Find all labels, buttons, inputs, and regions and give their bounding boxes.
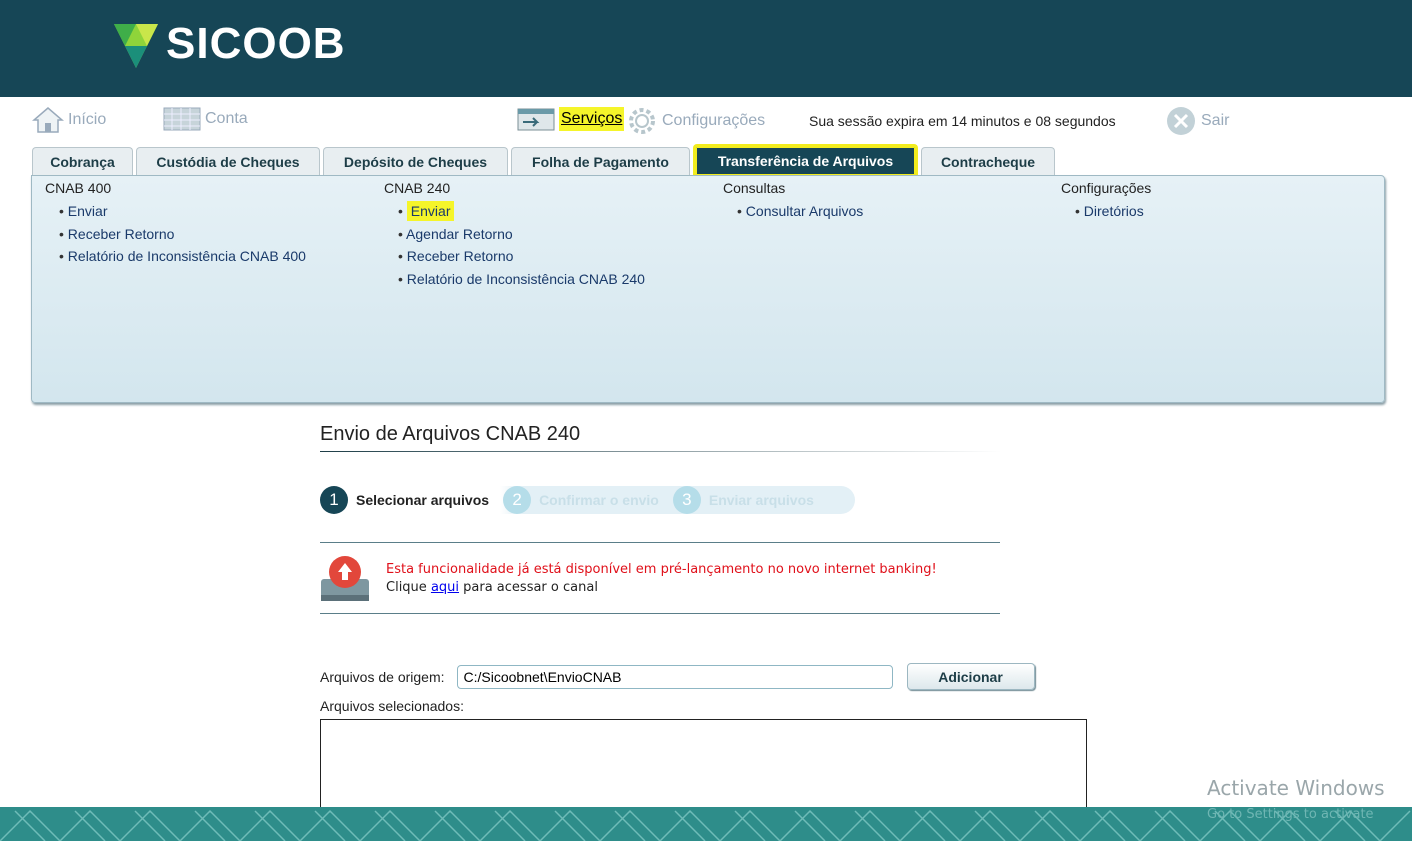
- nav-configuracoes-label: Configurações: [662, 112, 766, 129]
- menu-col-configuracoes: Configurações Diretórios: [1061, 180, 1151, 226]
- menu-item-cnab400-relatorio[interactable]: Relatório de Inconsistência CNAB 400: [59, 248, 306, 271]
- menu-item-cnab240-receber-retorno[interactable]: Receber Retorno: [398, 248, 645, 271]
- menu-item-label: Receber Retorno: [67, 225, 175, 242]
- menu-col-title: CNAB 240: [384, 180, 451, 196]
- step-number: 1: [320, 486, 348, 514]
- alert-computer-icon: [321, 556, 369, 601]
- notice-banner: Esta funcionalidade já está disponível e…: [320, 542, 1000, 614]
- notice-link-aqui[interactable]: aqui: [431, 580, 459, 595]
- main-content: Envio de Arquivos CNAB 240 1 Selecionar …: [320, 423, 1100, 809]
- step-number: 2: [503, 486, 532, 514]
- menu-col-consultas: Consultas Consultar Arquivos: [723, 180, 863, 226]
- tab-transferencia-de-arquivos[interactable]: Transferência de Arquivos: [693, 144, 918, 175]
- header-bar: SICOOB: [0, 0, 1412, 97]
- activate-windows-subtitle: Go to Settings to activate: [1207, 807, 1374, 822]
- step-selecionar-arquivos: 1 Selecionar arquivos: [320, 486, 489, 514]
- home-icon: [32, 107, 64, 133]
- nav-conta[interactable]: Conta: [163, 106, 248, 132]
- menu-col-title: Consultas: [723, 180, 786, 196]
- menu-item-label: Relatório de Inconsistência CNAB 240: [406, 270, 645, 287]
- tab-custodia-de-cheques[interactable]: Custódia de Cheques: [136, 147, 320, 175]
- menu-col-title: Configurações: [1061, 180, 1152, 196]
- sicoob-logo-icon: [114, 24, 158, 68]
- origin-label: Arquivos de origem:: [320, 668, 445, 685]
- notice-text: Esta funcionalidade já está disponível e…: [386, 561, 937, 597]
- notice-headline: Esta funcionalidade já está disponível e…: [386, 562, 937, 577]
- sicoob-logo[interactable]: SICOOB: [110, 18, 346, 70]
- menu-item-cnab400-receber-retorno[interactable]: Receber Retorno: [59, 226, 306, 249]
- menu-col-cnab400: CNAB 400 Enviar Receber Retorno Relatóri…: [45, 180, 306, 271]
- submenu-panel: CNAB 400 Enviar Receber Retorno Relatóri…: [31, 175, 1385, 403]
- menu-item-cnab400-enviar[interactable]: Enviar: [59, 203, 306, 226]
- menu-item-diretorios[interactable]: Diretórios: [1075, 203, 1151, 226]
- gear-icon: [629, 108, 655, 134]
- nav-servicos-label: Serviços: [559, 107, 625, 131]
- menu-item-label: Enviar: [406, 201, 455, 221]
- tab-cobranca[interactable]: Cobrança: [32, 147, 133, 175]
- logo-wordmark: SICOOB: [166, 19, 346, 68]
- tab-deposito-de-cheques[interactable]: Depósito de Cheques: [323, 147, 508, 175]
- nav-servicos[interactable]: Serviços: [517, 106, 625, 132]
- wizard-steps: 1 Selecionar arquivos 2 Confirmar o envi…: [320, 486, 855, 514]
- activate-windows-watermark: Activate Windows: [1207, 776, 1385, 800]
- logout-button[interactable]: Sair: [1165, 106, 1229, 136]
- menu-item-label: Diretórios: [1083, 203, 1144, 219]
- selected-files-list[interactable]: [320, 719, 1087, 809]
- session-timer: Sua sessão expira em 14 minutos e 08 seg…: [809, 113, 1116, 129]
- close-icon: [1167, 107, 1195, 135]
- nav-conta-label: Conta: [205, 110, 248, 127]
- nav-inicio-label: Início: [68, 111, 107, 128]
- add-button[interactable]: Adicionar: [906, 663, 1035, 690]
- notice-prefix: Clique: [386, 580, 431, 595]
- menu-item-cnab240-enviar[interactable]: Enviar: [398, 201, 645, 226]
- menu-item-label: Agendar Retorno: [406, 225, 513, 242]
- calendar-icon: [163, 107, 201, 131]
- footer-band: [0, 807, 1412, 841]
- menu-col-title: CNAB 400: [45, 180, 112, 196]
- tab-folha-de-pagamento[interactable]: Folha de Pagamento: [511, 147, 690, 175]
- menu-item-consultar-arquivos[interactable]: Consultar Arquivos: [737, 203, 864, 226]
- notice-suffix: para acessar o canal: [459, 580, 598, 595]
- selected-files-label: Arquivos selecionados:: [320, 698, 464, 714]
- nav-configuracoes[interactable]: Configurações: [626, 106, 765, 136]
- menu-item-label: Enviar: [67, 203, 108, 219]
- logout-label: Sair: [1201, 112, 1230, 129]
- tab-contracheque[interactable]: Contracheque: [921, 147, 1055, 175]
- step-label: Confirmar o envio: [539, 492, 659, 508]
- menu-item-label: Receber Retorno: [406, 248, 514, 264]
- step-label: Enviar arquivos: [708, 492, 814, 508]
- page-title: Envio de Arquivos CNAB 240: [320, 423, 1000, 452]
- services-icon: [517, 108, 555, 131]
- nav-inicio[interactable]: Início: [32, 106, 106, 134]
- menu-item-cnab240-agendar-retorno[interactable]: Agendar Retorno: [398, 226, 645, 249]
- menu-item-label: Consultar Arquivos: [745, 203, 864, 219]
- step-number: 3: [672, 486, 701, 514]
- step-confirmar-envio: 2 Confirmar o envio: [503, 486, 659, 514]
- footer-pattern: [0, 809, 1411, 841]
- origin-path-input[interactable]: [456, 664, 893, 689]
- step-enviar-arquivos: 3 Enviar arquivos: [672, 486, 814, 514]
- service-tabs: Cobrança Custódia de Cheques Depósito de…: [32, 143, 1058, 175]
- notice-subline: Clique aqui para acessar o canal: [386, 579, 937, 597]
- origin-row: Arquivos de origem: Adicionar: [320, 663, 1035, 690]
- menu-item-label: Relatório de Inconsistência CNAB 400: [67, 248, 306, 264]
- step-label: Selecionar arquivos: [356, 492, 490, 508]
- menu-item-cnab240-relatorio[interactable]: Relatório de Inconsistência CNAB 240: [398, 271, 645, 294]
- menu-col-cnab240: CNAB 240 Enviar Agendar Retorno Receber …: [384, 180, 645, 293]
